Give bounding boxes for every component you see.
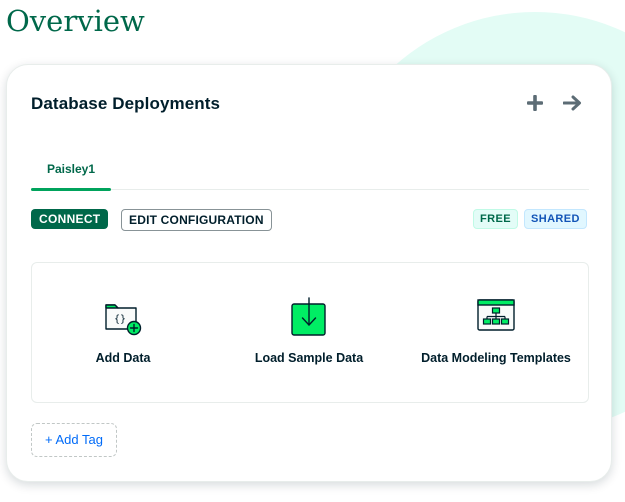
quick-actions-panel: {} Add Data Load Sample Data Data Modeli… [31, 262, 589, 403]
connect-button[interactable]: CONNECT [31, 209, 109, 229]
cluster-tabs: Paisley1 [31, 157, 589, 191]
add-data-tile[interactable]: {} Add Data [48, 263, 198, 402]
data-modeling-templates-tile[interactable]: Data Modeling Templates [418, 263, 574, 402]
tier-badge-shared: SHARED [524, 209, 587, 229]
tile-label: Load Sample Data [254, 351, 364, 365]
tier-badge-free: FREE [473, 209, 518, 229]
database-deployments-card: Database Deployments Paisley1 CONNECT ED… [6, 64, 612, 482]
add-data-folder-icon: {} [103, 297, 143, 337]
load-sample-data-tile[interactable]: Load Sample Data [234, 263, 384, 402]
plus-icon[interactable] [525, 93, 545, 113]
tile-label: Add Data [95, 351, 151, 365]
hierarchy-diagram-icon [476, 297, 516, 337]
card-header-actions [525, 93, 583, 113]
tile-label: Data Modeling Templates [421, 351, 571, 365]
overview-page: Overview Database Deployments Paisley1 C… [0, 0, 625, 502]
arrow-right-icon[interactable] [563, 93, 583, 113]
download-arrow-icon [289, 297, 329, 337]
edit-configuration-button[interactable]: EDIT CONFIGURATION [121, 209, 272, 231]
page-title: Overview [6, 4, 145, 38]
tab-label: Paisley1 [46, 162, 96, 176]
card-title: Database Deployments [31, 94, 221, 113]
add-tag-button[interactable]: + Add Tag [31, 423, 117, 457]
cluster-actions-row: CONNECT EDIT CONFIGURATION FREE SHARED [31, 209, 589, 231]
active-tab-indicator [31, 188, 111, 191]
svg-text:{}: {} [114, 314, 126, 325]
tab-paisley1[interactable]: Paisley1 [31, 157, 111, 191]
